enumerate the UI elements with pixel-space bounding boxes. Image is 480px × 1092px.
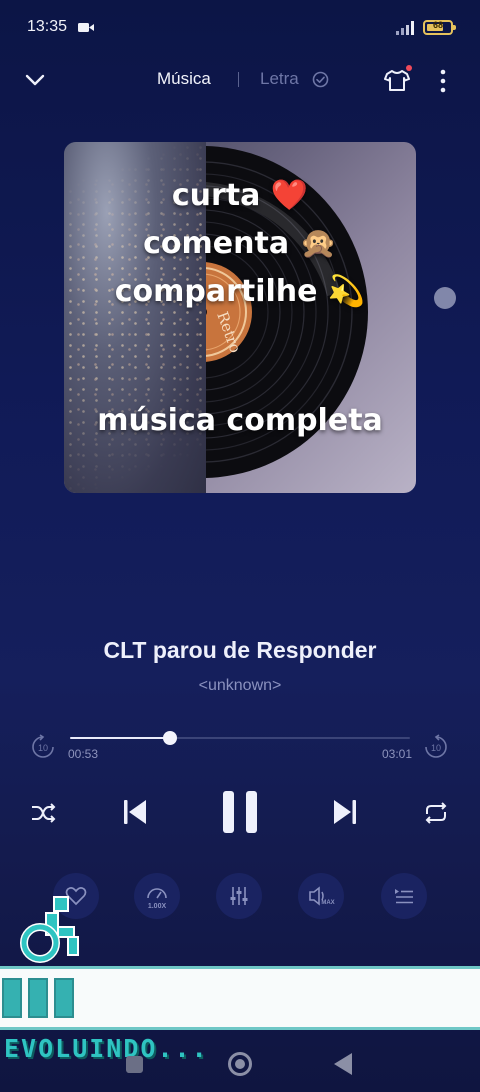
- status-time: 13:35: [27, 18, 68, 35]
- skip-previous-icon[interactable]: [122, 797, 148, 827]
- song-title: CLT parou de Responder: [103, 637, 377, 663]
- signal-icon: [396, 21, 414, 35]
- home-button[interactable]: [228, 1052, 252, 1076]
- speed-button[interactable]: 1.00X: [134, 873, 180, 919]
- time-total: 03:01: [382, 747, 413, 761]
- pause-icon[interactable]: [221, 790, 259, 834]
- battery-level: 68: [432, 20, 443, 30]
- volume-button[interactable]: MAX: [298, 873, 344, 919]
- tab-music[interactable]: Música: [157, 69, 211, 89]
- watermark-text: EVOLUINDO...: [4, 1034, 209, 1063]
- check-circle-icon: [312, 71, 329, 88]
- notification-badge: [406, 65, 412, 71]
- battery-icon: 68: [423, 20, 456, 35]
- tshirt-icon[interactable]: [384, 68, 410, 92]
- watermark-bars: [2, 978, 78, 1018]
- tab-lyrics[interactable]: Letra: [260, 69, 299, 89]
- speedometer-icon: 1.00X: [147, 888, 167, 910]
- speed-label: 1.00X: [148, 903, 167, 910]
- back-button[interactable]: [334, 1053, 352, 1075]
- queue-button[interactable]: [381, 873, 427, 919]
- volume-label: MAX: [321, 900, 334, 906]
- more-vertical-icon[interactable]: [440, 69, 446, 93]
- overlay-text-comment: comenta 🙊: [143, 226, 337, 261]
- skip-next-icon[interactable]: [332, 797, 358, 827]
- watermark-banner: [0, 966, 480, 1030]
- seek-bar-thumb[interactable]: [162, 731, 177, 745]
- shuffle-icon[interactable]: [30, 801, 56, 825]
- playlist-icon: [395, 889, 413, 904]
- overlay-text-like: curta ❤️: [171, 178, 309, 213]
- time-elapsed: 00:53: [68, 747, 99, 761]
- overlay-text-share: compartilhe 💫: [114, 274, 366, 309]
- recent-apps-button[interactable]: [126, 1056, 143, 1073]
- forward-10-icon[interactable]: 10: [423, 734, 449, 760]
- seek-bar[interactable]: [70, 737, 410, 739]
- repeat-icon[interactable]: [423, 801, 449, 825]
- tab-divider: [238, 72, 239, 87]
- forward-seconds: 10: [431, 743, 441, 753]
- replay-10-icon[interactable]: 10: [30, 734, 56, 760]
- equalizer-button[interactable]: [216, 873, 262, 919]
- rewind-seconds: 10: [38, 743, 48, 753]
- song-artist: <unknown>: [198, 677, 282, 694]
- video-camera-icon: [78, 23, 94, 32]
- equalizer-icon: [230, 887, 248, 905]
- volume-max-icon: MAX: [309, 886, 335, 906]
- floating-ball[interactable]: [434, 287, 456, 309]
- seek-bar-progress: [70, 737, 170, 739]
- chevron-down-icon[interactable]: [24, 70, 46, 90]
- overlay-text-full-song: música completa: [97, 403, 383, 438]
- wheelchair-logo: [20, 896, 79, 963]
